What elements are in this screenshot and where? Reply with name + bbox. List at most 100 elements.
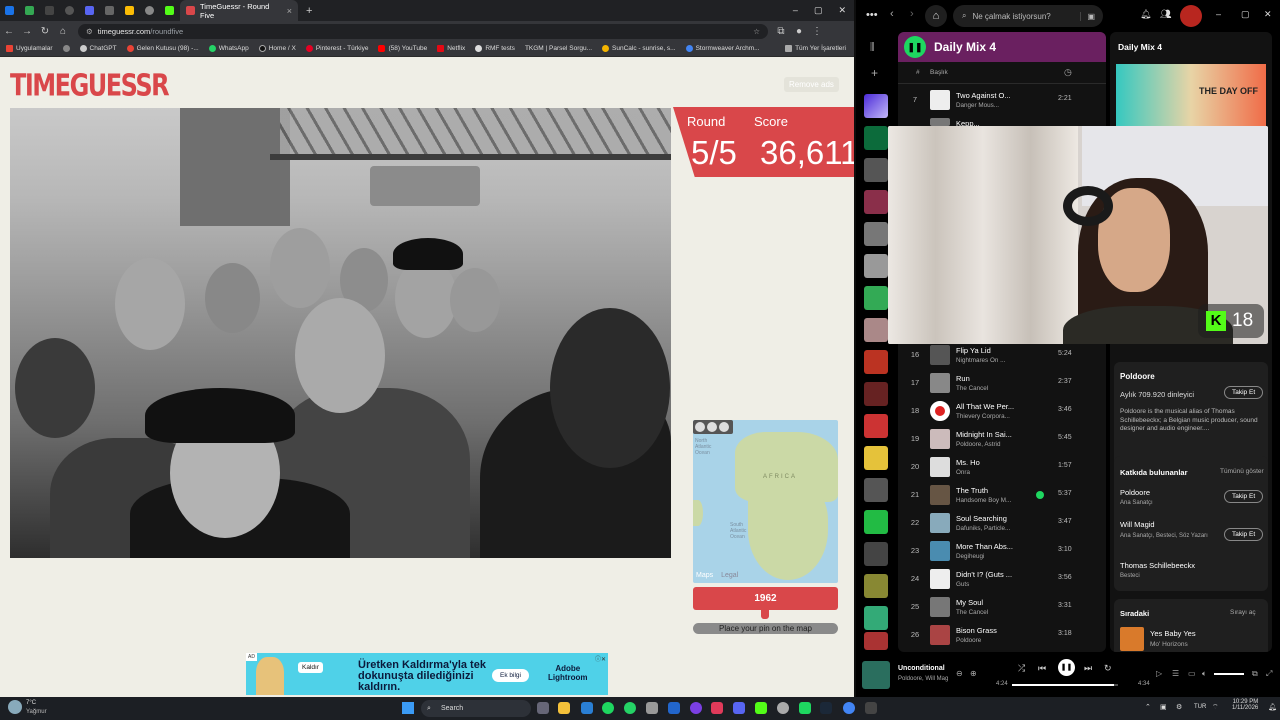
tray-app-icon[interactable]: ⚙ [1176, 703, 1182, 711]
now-playing-view-icon[interactable]: ▷ [1156, 669, 1162, 678]
photoshop-icon[interactable] [668, 702, 680, 714]
credit-name[interactable]: Will Magid [1120, 520, 1155, 529]
chrome-tab-icon[interactable] [145, 6, 154, 15]
progress-track[interactable] [1012, 684, 1118, 686]
site-info-icon[interactable]: ⚙ [86, 27, 93, 36]
track-row[interactable]: 21 The Truth Handsome Boy M... 5:37 [898, 482, 1106, 510]
ad-cta-button[interactable]: Ek bilgi [492, 669, 529, 682]
place-pin-button[interactable]: Place your pin on the map [693, 623, 838, 634]
avatar[interactable] [1180, 5, 1202, 27]
steam-icon[interactable] [820, 702, 832, 714]
guess-map[interactable]: AFRICA North Atlantic Ocean South Atlant… [693, 420, 838, 583]
shuffle-icon[interactable]: ⤮ [1018, 663, 1025, 674]
credit-name[interactable]: Thomas Schillebeeckx [1120, 561, 1195, 570]
minimize-icon[interactable]: – [793, 5, 798, 16]
playlist-thumb[interactable] [864, 286, 888, 310]
track-row[interactable]: 22 Soul Searching Dafuniks, Particle... 3:4… [898, 510, 1106, 538]
follow-button[interactable]: Takip Et [1224, 528, 1264, 541]
profile-icon[interactable]: ● [790, 26, 808, 37]
year-slider[interactable]: 1962 [693, 587, 838, 610]
track-row[interactable]: 18 All That We Per... Thievery Corpora... 3… [898, 398, 1106, 426]
now-playing-track[interactable]: Unconditional [898, 665, 945, 672]
discord-icon[interactable] [733, 702, 745, 714]
extensions-icon[interactable]: ⧉ [772, 26, 790, 37]
weather-icon[interactable] [8, 700, 22, 714]
app-icon[interactable] [777, 702, 789, 714]
network-icon[interactable]: ⌔ [1212, 703, 1219, 712]
back-icon[interactable]: ← [0, 26, 18, 37]
taskbar-search[interactable]: ⌕ Search [421, 700, 531, 717]
kick-icon[interactable] [755, 702, 767, 714]
playlist-thumb[interactable] [864, 574, 888, 598]
queue-track[interactable]: Yes Baby Yes [1150, 629, 1196, 638]
add-icon[interactable]: ⊖ [956, 669, 963, 678]
follow-button[interactable]: Takip Et [1224, 490, 1264, 503]
playlist-thumb[interactable] [864, 478, 888, 502]
new-tab-icon[interactable]: + [306, 5, 312, 17]
saved-check-icon[interactable] [1036, 491, 1044, 499]
tab-icon[interactable] [125, 6, 134, 15]
tab-favicon-icon[interactable] [5, 6, 14, 15]
miniplayer-icon[interactable]: ⧉ [1252, 669, 1258, 679]
map-pin-icon[interactable] [719, 422, 729, 432]
create-icon[interactable]: + [871, 66, 878, 80]
library-icon[interactable]: ⫼ [870, 42, 875, 53]
app-icon[interactable] [581, 702, 593, 714]
home-icon[interactable]: ⌂ [54, 26, 72, 37]
close-window-icon[interactable]: ✕ [838, 5, 846, 16]
ad-close-icon[interactable]: ⓘ✕ [595, 654, 606, 663]
track-row[interactable]: 24 Didn't I? (Guts ... Guts 3:56 [898, 566, 1106, 594]
friends-icon[interactable]: 👥︎ [1160, 9, 1171, 20]
episodes-thumb[interactable] [864, 126, 888, 150]
pause-button[interactable]: ❚❚ [904, 36, 926, 58]
task-view-icon[interactable] [537, 702, 549, 714]
bookmark-item[interactable]: Stormweaver Archm... [685, 45, 760, 52]
bookmark-item[interactable]: TKGM | Parsel Sorgu... [525, 45, 592, 52]
track-row[interactable]: 26 Bison Grass Poldoore 3:18 [898, 622, 1106, 650]
play-pause-button[interactable]: ❚❚ [1058, 659, 1075, 676]
search-input[interactable]: ⌕ Ne çalmak istiyorsun? ▣ [953, 5, 1103, 27]
show-all-link[interactable]: Tümünü göster [1220, 468, 1264, 475]
minimize-icon[interactable]: – [1216, 9, 1221, 19]
whatsapp-icon[interactable] [624, 702, 636, 714]
close-icon[interactable]: ✕ [1264, 9, 1272, 20]
playlist-thumb[interactable] [864, 318, 888, 342]
track-row[interactable]: 25 My Soul The Cancel 3:31 [898, 594, 1106, 622]
app-icon[interactable] [711, 702, 723, 714]
chrome-icon[interactable] [843, 702, 855, 714]
album-cover[interactable]: THE DAY OFF [1116, 64, 1266, 126]
app-icon[interactable] [799, 702, 811, 714]
follow-button[interactable]: Takip Et [1224, 386, 1264, 399]
playlist-thumb[interactable] [864, 606, 888, 630]
app-icon[interactable] [865, 702, 877, 714]
all-bookmarks[interactable]: Tüm Yer İşaretleri [785, 45, 846, 52]
volume-icon[interactable]: 🔈︎ [1202, 669, 1207, 679]
tray-chevron-icon[interactable]: ⌃ [1145, 703, 1151, 711]
credit-name[interactable]: Poldoore [1120, 488, 1150, 497]
maximize-icon[interactable]: ▢ [814, 5, 823, 16]
fullscreen-icon[interactable]: ⤢ [1266, 669, 1272, 679]
bookmark-item[interactable]: SunCalc - sunrise, s... [602, 45, 676, 52]
address-bar[interactable]: ⚙ timeguessr.com/roundfive ☆ [78, 23, 768, 39]
close-tab-icon[interactable]: × [287, 6, 292, 16]
bookmark-item[interactable]: Pinterest - Türkiye [305, 45, 368, 52]
track-row[interactable]: 19 Midnight In Sai... Poldoore, Astrid 5:45 [898, 426, 1106, 454]
maps-legal-link[interactable]: Legal [721, 572, 738, 579]
bookmark-item[interactable]: WhatsApp [208, 45, 249, 52]
playlist-thumb[interactable] [864, 190, 888, 214]
add-to-playlist-icon[interactable]: ⊕ [970, 669, 977, 678]
discord-tab-icon[interactable] [85, 6, 94, 15]
bookmark-item[interactable]: RMF tests [475, 45, 515, 52]
file-explorer-icon[interactable] [558, 702, 570, 714]
reload-icon[interactable]: ↻ [36, 26, 54, 37]
repeat-icon[interactable]: ↻ [1104, 663, 1112, 674]
track-row[interactable]: 20 Ms. Ho Onra 1:57 [898, 454, 1106, 482]
year-slider-handle[interactable] [761, 610, 769, 619]
track-row[interactable]: 16 Flip Ya Lid Nightmares On ... 5:24 [898, 342, 1106, 370]
queue-icon[interactable]: ☰ [1172, 669, 1179, 678]
bookmark-item[interactable]: Netflix [437, 45, 465, 52]
playlist-thumb[interactable] [864, 382, 888, 406]
github-tab-icon[interactable] [65, 6, 74, 15]
menu-icon[interactable]: ⋮ [808, 26, 826, 37]
playlist-thumb[interactable] [864, 446, 888, 470]
